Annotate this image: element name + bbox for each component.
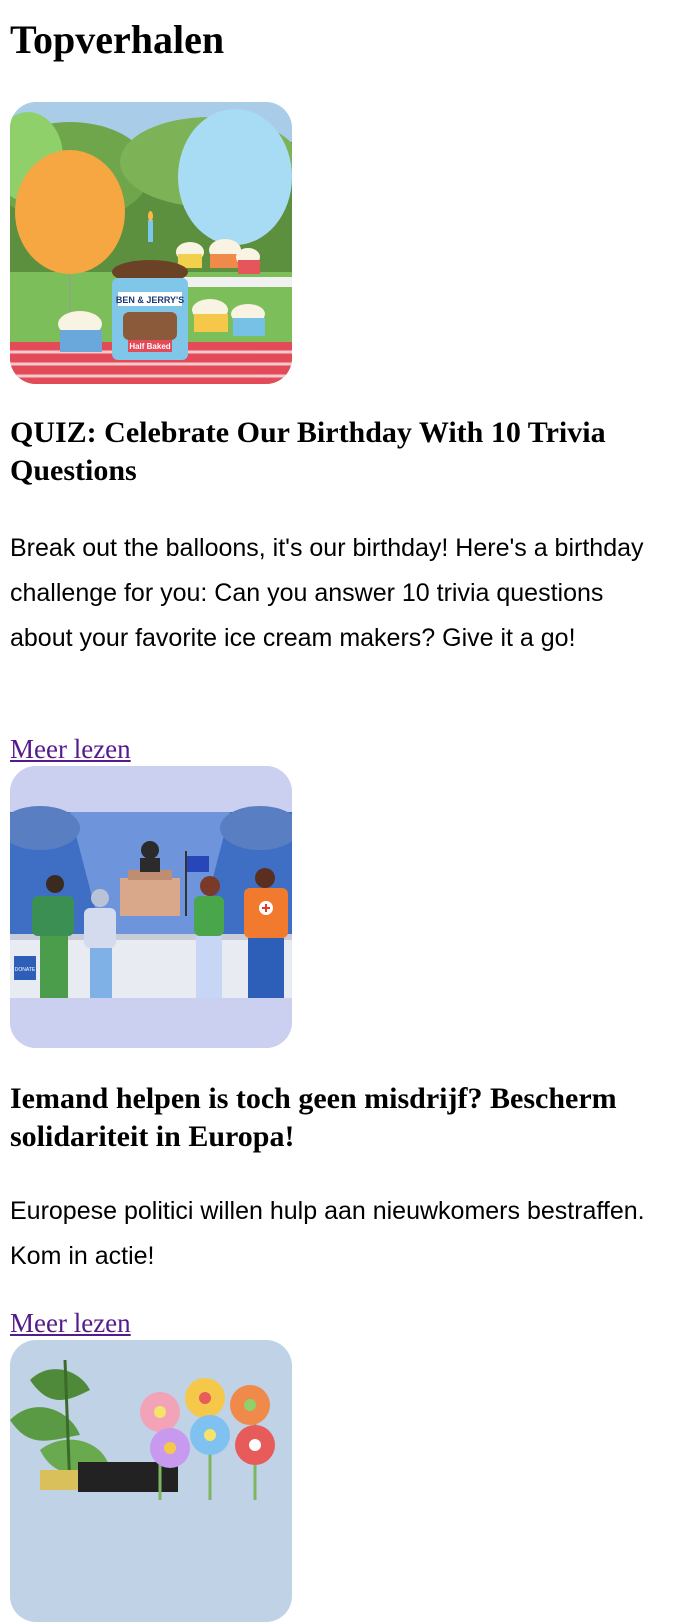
story-image-birthday[interactable]: BEN & JERRY'S Half Baked — [10, 102, 292, 384]
story-summary: Break out the balloons, it's our birthda… — [10, 534, 644, 652]
story-image-treats[interactable] — [10, 1340, 292, 1622]
story-image-solidarity[interactable]: DONATE — [10, 766, 292, 1048]
story-title: QUIZ: Celebrate Our Birthday With 10 Tri… — [10, 416, 606, 487]
brand-label: BEN & JERRY'S — [116, 295, 184, 305]
story-title: Iemand helpen is toch geen misdrijf? Bes… — [10, 1082, 617, 1153]
donate-label: DONATE — [15, 967, 36, 973]
page-title: Topverhalen — [10, 17, 225, 62]
read-more-link[interactable]: Meer lezen — [10, 1307, 131, 1339]
product-label: Half Baked — [129, 342, 170, 351]
story-summary: Europese politici willen hulp aan nieuwk… — [10, 1197, 645, 1270]
read-more-link[interactable]: Meer lezen — [10, 733, 131, 765]
